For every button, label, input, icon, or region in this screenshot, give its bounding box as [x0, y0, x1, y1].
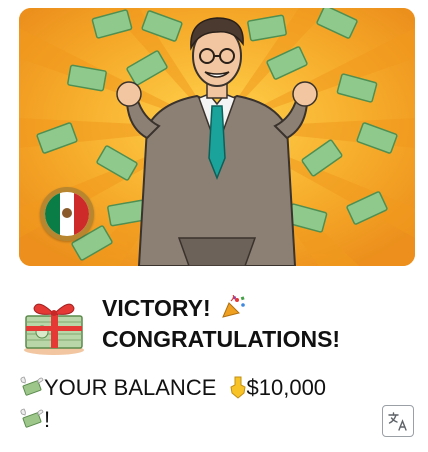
balance-amount: $10,000: [246, 375, 327, 400]
translate-button[interactable]: [382, 405, 414, 437]
post-headline: VICTORY! CONGRATULATIONS!: [102, 293, 402, 355]
balance-label: YOUR BALANCE: [44, 375, 217, 400]
party-popper-icon: [222, 295, 245, 318]
headline-victory: VICTORY!: [102, 295, 211, 321]
translate-icon: [388, 412, 407, 431]
backhand-index-pointing-down-icon: [229, 376, 246, 399]
balance-suffix: !: [44, 407, 51, 432]
money-with-wings-icon: [20, 376, 44, 396]
money-with-wings-icon: [20, 408, 44, 428]
balance-text: YOUR BALANCE $10,000 !: [18, 372, 378, 436]
headline-congratulations: CONGRATULATIONS!: [102, 326, 341, 352]
mexico-flag-icon: [40, 187, 94, 241]
money-gift-icon: [24, 303, 84, 355]
